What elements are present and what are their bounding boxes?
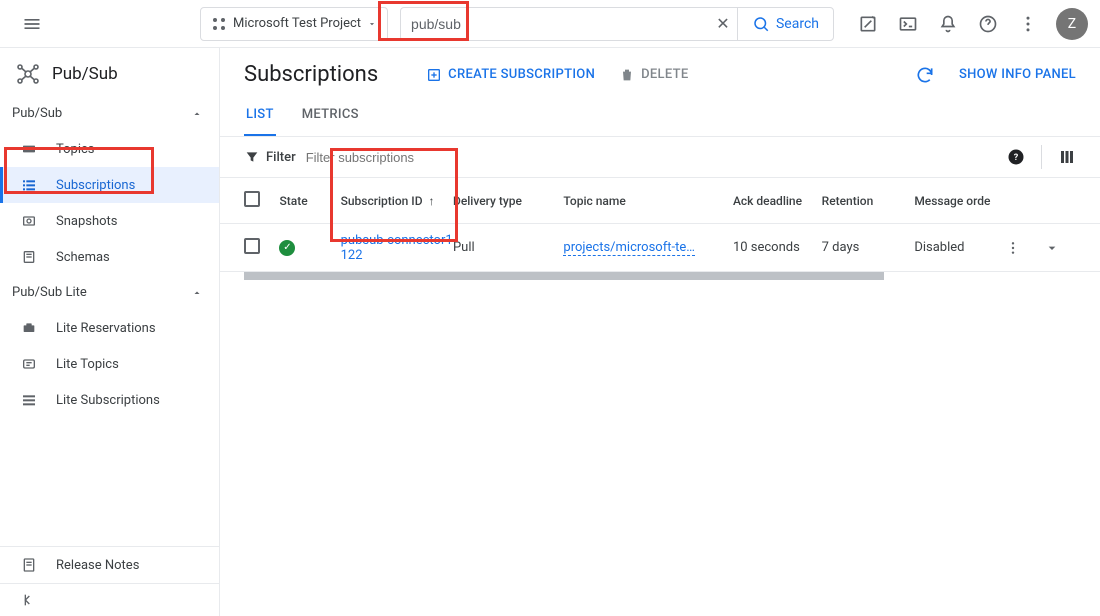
release-notes-icon: [20, 556, 38, 574]
table-header: State Subscription ID↑ Delivery type Top…: [220, 178, 1100, 224]
th-state[interactable]: State: [279, 194, 340, 208]
divider: [1041, 145, 1042, 169]
help-filled-icon[interactable]: ?: [1007, 148, 1025, 166]
page-title: Subscriptions: [244, 62, 378, 87]
sidebar-item-snapshots[interactable]: Snapshots: [0, 203, 219, 239]
snapshot-icon: [20, 212, 38, 230]
sidebar-item-release-notes[interactable]: Release Notes: [0, 547, 219, 583]
cell-retention: 7 days: [822, 240, 915, 255]
search-icon: [752, 15, 770, 33]
tab-list[interactable]: LIST: [244, 97, 276, 136]
expand-row-icon[interactable]: [1044, 240, 1076, 256]
sidebar-item-label: Subscriptions: [56, 178, 135, 193]
th-retention[interactable]: Retention: [822, 194, 915, 208]
sidebar-item-schemas[interactable]: Schemas: [0, 239, 219, 275]
columns-icon[interactable]: [1058, 148, 1076, 166]
sidebar-item-label: Snapshots: [56, 214, 118, 229]
edit-icon[interactable]: [850, 6, 886, 42]
main-content: Subscriptions CREATE SUBSCRIPTION DELETE…: [220, 48, 1100, 616]
collapse-sidebar-icon[interactable]: [0, 583, 219, 616]
search-bar: ✕ Search: [400, 7, 834, 41]
topics-icon: [20, 140, 38, 158]
sidebar-item-label: Lite Subscriptions: [56, 393, 160, 408]
search-button[interactable]: Search: [737, 8, 833, 40]
top-bar: Microsoft Test Project ✕ Search Z: [0, 0, 1100, 48]
top-actions: Z: [850, 6, 1088, 42]
topic-link[interactable]: projects/microsoft-te…: [563, 240, 695, 256]
filter-icon: [244, 149, 260, 165]
schema-icon: [20, 248, 38, 266]
product-title: Pub/Sub: [52, 64, 118, 84]
cell-ack: 10 seconds: [733, 240, 822, 255]
th-ack[interactable]: Ack deadline: [733, 194, 822, 208]
sidebar-item-subscriptions[interactable]: Subscriptions: [0, 167, 219, 203]
sidebar-item-topics[interactable]: Topics: [0, 131, 219, 167]
sidebar-item-lite-topics[interactable]: Lite Topics: [0, 346, 219, 382]
sidebar-section-pubsublite[interactable]: Pub/Sub Lite: [0, 275, 219, 310]
sidebar-section-pubsub[interactable]: Pub/Sub: [0, 96, 219, 131]
project-name: Microsoft Test Project: [233, 16, 361, 31]
sidebar-item-label: Release Notes: [56, 558, 139, 573]
sidebar-item-label: Lite Topics: [56, 357, 119, 372]
trash-icon: [619, 67, 635, 83]
project-icon: [211, 16, 227, 32]
create-subscription-button[interactable]: CREATE SUBSCRIPTION: [426, 67, 595, 83]
filter-bar: Filter ?: [220, 137, 1100, 178]
reservations-icon: [20, 319, 38, 337]
sidebar-item-lite-subscriptions[interactable]: Lite Subscriptions: [0, 382, 219, 418]
subscriptions-table: State Subscription ID↑ Delivery type Top…: [220, 178, 1100, 280]
search-input[interactable]: [401, 8, 709, 40]
th-subscription-id[interactable]: Subscription ID↑: [341, 194, 453, 208]
show-info-panel-button[interactable]: SHOW INFO PANEL: [959, 67, 1076, 82]
th-topic[interactable]: Topic name: [563, 194, 733, 208]
notifications-icon[interactable]: [930, 6, 966, 42]
tab-metrics[interactable]: METRICS: [300, 97, 361, 136]
cloud-shell-icon[interactable]: [890, 6, 926, 42]
avatar[interactable]: Z: [1056, 8, 1088, 40]
sidebar-item-label: Schemas: [56, 250, 110, 265]
sort-asc-icon: ↑: [429, 194, 435, 208]
more-vert-icon[interactable]: [1010, 6, 1046, 42]
cell-order: Disabled: [914, 240, 1005, 255]
row-actions-icon[interactable]: [1005, 240, 1044, 256]
chevron-up-icon: [191, 287, 203, 299]
menu-icon[interactable]: [12, 4, 52, 44]
sidebar-item-label: Lite Reservations: [56, 321, 156, 336]
lite-subs-icon: [20, 391, 38, 409]
status-ok-icon: ✓: [279, 240, 295, 256]
sidebar-item-label: Topics: [56, 142, 95, 157]
filter-input[interactable]: [306, 150, 997, 165]
row-checkbox[interactable]: [244, 238, 260, 254]
caret-down-icon: [367, 19, 377, 29]
table-row: ✓ pubsub-connector1122 Pull projects/mic…: [220, 224, 1100, 272]
tabs: LIST METRICS: [220, 97, 1100, 137]
pubsub-icon: [16, 62, 40, 86]
th-delivery[interactable]: Delivery type: [453, 194, 563, 208]
cell-delivery: Pull: [453, 240, 563, 255]
sidebar: Pub/Sub Pub/Sub Topics Subscriptions Sna…: [0, 48, 220, 616]
refresh-icon[interactable]: [915, 65, 935, 85]
product-header: Pub/Sub: [0, 48, 219, 96]
delete-button: DELETE: [619, 67, 688, 83]
filter-label: Filter: [244, 149, 296, 165]
lite-topics-icon: [20, 355, 38, 373]
page-header: Subscriptions CREATE SUBSCRIPTION DELETE…: [220, 48, 1100, 97]
chevron-up-icon: [191, 108, 203, 120]
clear-icon[interactable]: ✕: [709, 14, 737, 33]
subscription-link[interactable]: pubsub-connector1122: [341, 233, 453, 263]
svg-text:?: ?: [1014, 153, 1019, 163]
list-icon: [20, 176, 38, 194]
horizontal-scrollbar[interactable]: [244, 272, 884, 280]
sidebar-item-lite-reservations[interactable]: Lite Reservations: [0, 310, 219, 346]
th-order[interactable]: Message orde: [914, 194, 1005, 208]
help-icon[interactable]: [970, 6, 1006, 42]
plus-box-icon: [426, 67, 442, 83]
project-picker[interactable]: Microsoft Test Project: [200, 7, 388, 41]
select-all-checkbox[interactable]: [244, 191, 260, 207]
